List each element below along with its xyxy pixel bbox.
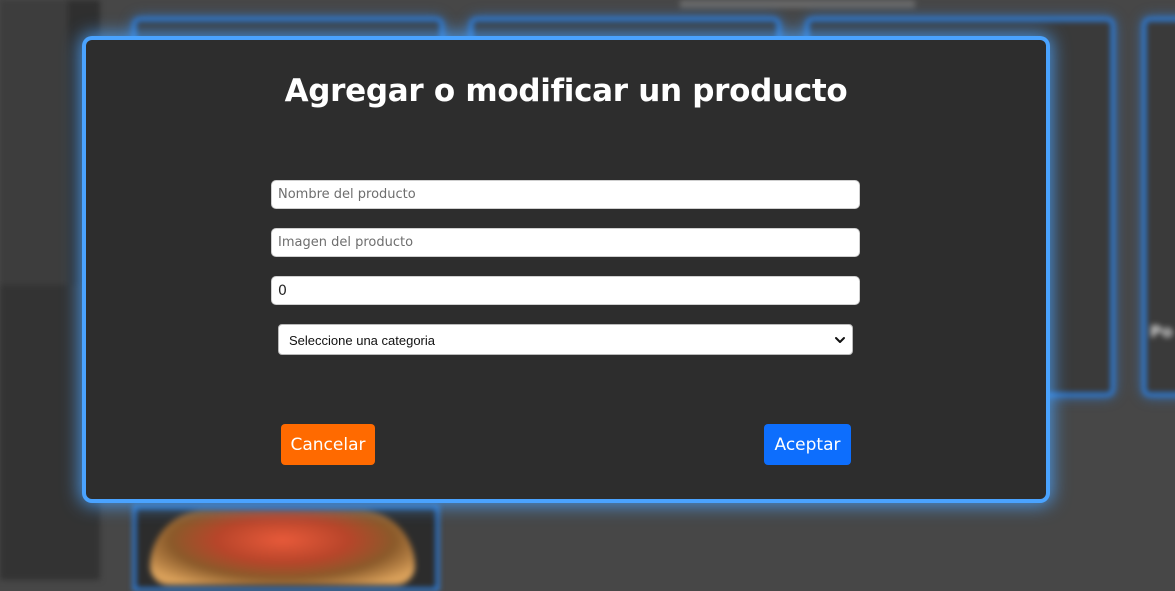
chevron-down-icon xyxy=(835,337,845,343)
product-price-input[interactable] xyxy=(271,276,860,305)
category-select-value: Seleccione una categoria xyxy=(289,333,435,348)
background-sidebar xyxy=(0,0,68,285)
product-name-input[interactable] xyxy=(271,180,860,209)
product-modal: Agregar o modificar un producto Seleccio… xyxy=(86,40,1046,499)
background-left-column xyxy=(0,285,100,580)
cancel-button[interactable]: Cancelar xyxy=(281,424,375,465)
product-image-input[interactable] xyxy=(271,228,860,257)
background-card-label: Po xyxy=(1150,322,1173,341)
background-product-image xyxy=(150,510,415,585)
accept-button[interactable]: Aceptar xyxy=(764,424,851,465)
category-select[interactable]: Seleccione una categoria xyxy=(278,324,853,355)
background-top-bar xyxy=(680,0,915,8)
modal-title: Agregar o modificar un producto xyxy=(284,73,848,109)
